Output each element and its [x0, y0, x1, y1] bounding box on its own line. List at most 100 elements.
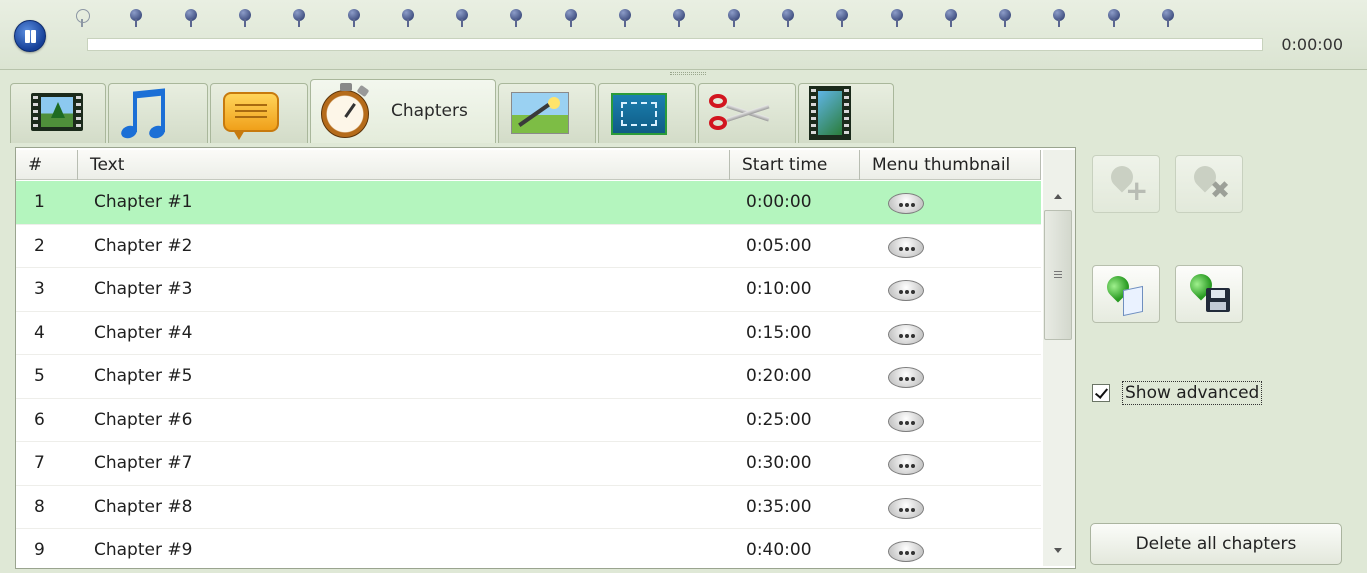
chapter-marker-icon[interactable] — [944, 9, 957, 27]
tab-transition[interactable] — [798, 83, 894, 143]
more-options-icon[interactable] — [888, 280, 924, 301]
table-row[interactable]: 4 Chapter #4 0:15:00 — [16, 312, 1041, 355]
more-options-icon[interactable] — [888, 193, 924, 214]
chapter-marker-icon[interactable] — [238, 9, 251, 27]
chapter-number: 2 — [34, 235, 45, 256]
more-options-icon[interactable] — [888, 454, 924, 475]
table-row[interactable]: 7 Chapter #7 0:30:00 — [16, 442, 1041, 486]
chapter-text[interactable]: Chapter #3 — [94, 268, 192, 311]
table-row[interactable]: 5 Chapter #5 0:20:00 — [16, 355, 1041, 399]
chapter-start-time[interactable]: 0:00:00 — [746, 181, 812, 224]
column-header-start-time[interactable]: Start time — [730, 150, 860, 180]
tab-subtitles[interactable] — [210, 83, 308, 143]
scroll-down-arrow-icon[interactable] — [1054, 548, 1062, 553]
chapter-start-time[interactable]: 0:10:00 — [746, 268, 812, 311]
image-edit-icon — [511, 92, 569, 134]
column-header-menu-thumbnail[interactable]: Menu thumbnail — [860, 150, 1041, 180]
chapter-marker-icon[interactable] — [1107, 9, 1120, 27]
chapter-marker-icon[interactable] — [836, 9, 849, 27]
chapter-text[interactable]: Chapter #1 — [94, 181, 192, 224]
chapter-marker-icon[interactable] — [184, 9, 197, 27]
tab-audio[interactable] — [108, 83, 208, 143]
chapter-number: 8 — [34, 496, 45, 517]
show-advanced-checkbox[interactable] — [1092, 384, 1110, 402]
load-chapters-button[interactable] — [1092, 265, 1160, 323]
splitter-grip[interactable] — [670, 72, 706, 75]
time-display: 0:00:00 — [1281, 35, 1343, 54]
chapter-marker-icon[interactable] — [456, 9, 469, 27]
delete-all-chapters-button[interactable]: Delete all chapters — [1090, 523, 1342, 565]
chapter-number: 3 — [34, 279, 45, 299]
remove-chapter-button[interactable]: ✖ — [1175, 155, 1243, 213]
chapter-number: 4 — [34, 322, 45, 343]
tab-cut[interactable] — [698, 83, 796, 143]
chapter-text[interactable]: Chapter #5 — [94, 355, 192, 398]
more-options-icon[interactable] — [888, 541, 924, 562]
chapter-marker-icon[interactable] — [1162, 9, 1174, 27]
chapter-text[interactable]: Chapter #6 — [94, 399, 192, 442]
tab-video[interactable] — [10, 83, 106, 143]
scroll-up-arrow-icon[interactable] — [1054, 194, 1062, 199]
chapters-table: # Text Start time Menu thumbnail 1 Chapte… — [15, 147, 1076, 569]
chapter-marker-icon[interactable] — [76, 9, 90, 27]
table-row[interactable]: 6 Chapter #6 0:25:00 — [16, 399, 1041, 442]
chapter-marker-icon[interactable] — [564, 9, 577, 27]
chapter-number: 7 — [34, 453, 45, 473]
more-options-icon[interactable] — [888, 236, 924, 258]
scroll-thumb[interactable] — [1044, 210, 1072, 340]
table-scrollbar[interactable] — [1043, 150, 1075, 566]
chapter-marker-icon[interactable] — [673, 9, 686, 27]
chapter-marker-icon[interactable] — [510, 9, 523, 27]
table-row[interactable]: 8 Chapter #8 0:35:00 — [16, 486, 1041, 529]
chapter-marker-icon[interactable] — [619, 9, 631, 27]
table-row[interactable]: 2 Chapter #2 0:05:00 — [16, 225, 1041, 268]
fit-screen-icon — [611, 93, 667, 135]
chapter-text[interactable]: Chapter #7 — [94, 442, 192, 485]
film-icon — [31, 93, 83, 131]
timeline-track[interactable] — [87, 38, 1263, 51]
chapter-text[interactable]: Chapter #2 — [94, 225, 192, 268]
film-transition-icon — [809, 86, 851, 140]
chapter-start-time[interactable]: 0:30:00 — [746, 442, 812, 485]
more-options-icon[interactable] — [888, 367, 924, 388]
chapter-text[interactable]: Chapter #4 — [94, 312, 192, 355]
chapter-start-time[interactable]: 0:35:00 — [746, 486, 812, 529]
chapter-marker-icon[interactable] — [347, 9, 360, 27]
scissors-icon — [709, 90, 773, 134]
chapter-start-time[interactable]: 0:20:00 — [746, 355, 812, 398]
chapter-marker-icon[interactable] — [781, 9, 794, 27]
show-advanced-label[interactable]: Show advanced — [1122, 381, 1263, 405]
chapter-text[interactable]: Chapter #9 — [94, 529, 192, 568]
chapter-number: 1 — [34, 192, 45, 212]
chapter-marker-icon[interactable] — [727, 9, 740, 27]
tab-chapters[interactable]: Chapters — [310, 79, 496, 143]
table-row[interactable]: 3 Chapter #3 0:10:00 — [16, 268, 1041, 312]
tab-resize[interactable] — [598, 83, 696, 143]
chapter-start-time[interactable]: 0:40:00 — [746, 529, 812, 568]
stopwatch-icon — [321, 83, 370, 138]
playback-bar: 0:00:00 — [0, 0, 1367, 70]
chapter-text[interactable]: Chapter #8 — [94, 486, 192, 529]
chapter-marker-icon[interactable] — [293, 9, 306, 27]
chapter-start-time[interactable]: 0:25:00 — [746, 399, 812, 442]
table-row[interactable]: 9 Chapter #9 0:40:00 — [16, 529, 1041, 568]
table-body: 1 Chapter #1 0:00:00 2 Chapter #2 0:05:00 3 Cha… — [16, 181, 1041, 568]
chapter-start-time[interactable]: 0:15:00 — [746, 312, 812, 355]
tab-chapters-label: Chapters — [391, 101, 468, 121]
table-row[interactable]: 1 Chapter #1 0:00:00 — [16, 181, 1041, 225]
chapter-marker-icon[interactable] — [130, 9, 143, 27]
column-header-text[interactable]: Text — [78, 150, 730, 180]
more-options-icon[interactable] — [888, 497, 924, 519]
more-options-icon[interactable] — [888, 410, 924, 432]
chapter-marker-icon[interactable] — [401, 9, 414, 27]
column-header-number[interactable]: # — [16, 150, 78, 180]
tab-image[interactable] — [498, 83, 596, 143]
chapter-marker-icon[interactable] — [999, 9, 1012, 27]
chapter-marker-icon[interactable] — [890, 9, 903, 27]
more-options-icon[interactable] — [888, 323, 924, 345]
table-header: # Text Start time Menu thumbnail — [16, 150, 1041, 180]
chapter-start-time[interactable]: 0:05:00 — [746, 225, 812, 268]
add-chapter-button[interactable]: + — [1092, 155, 1160, 213]
save-chapters-button[interactable] — [1175, 265, 1243, 323]
chapter-marker-icon[interactable] — [1053, 9, 1066, 27]
